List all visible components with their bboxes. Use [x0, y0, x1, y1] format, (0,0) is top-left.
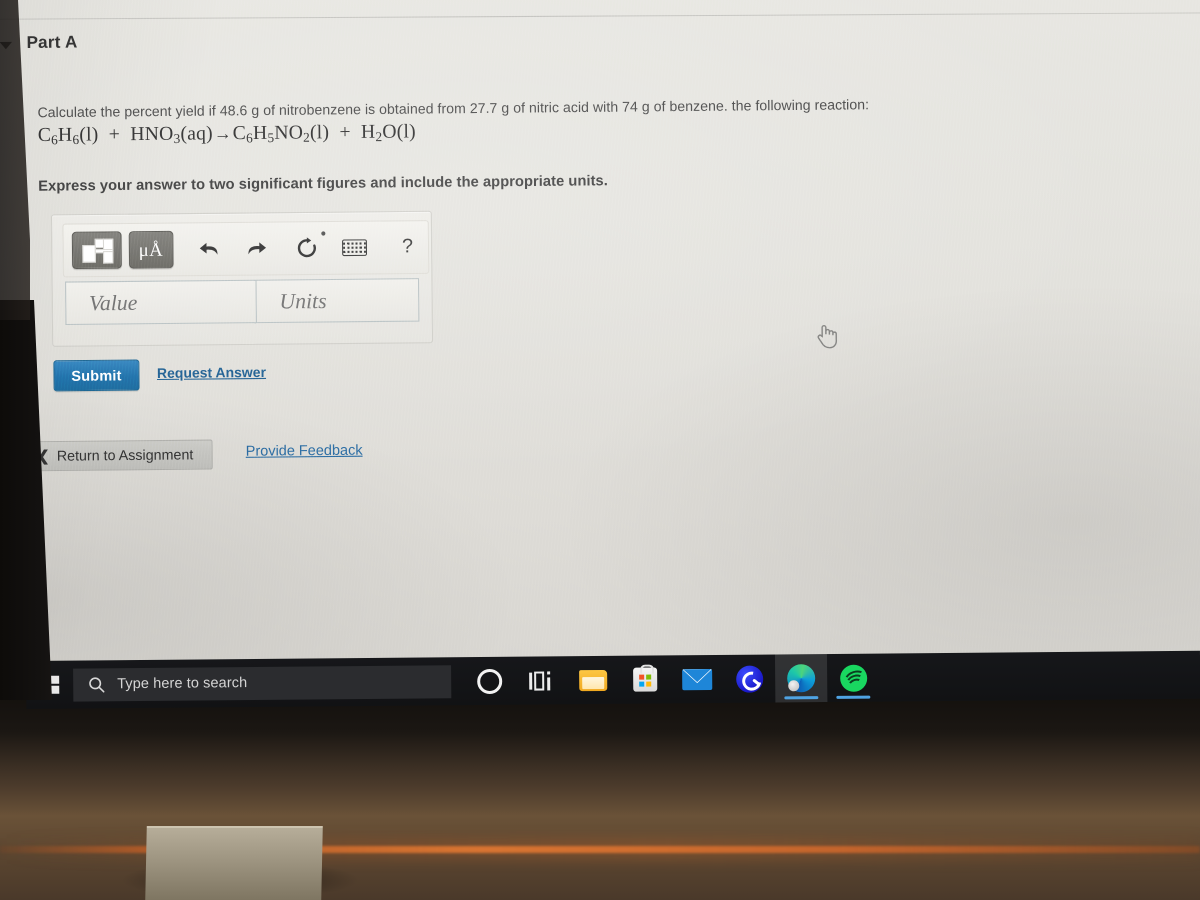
microsoft-store-icon[interactable] — [619, 655, 671, 703]
undo-icon[interactable] — [188, 231, 229, 267]
spotify-icon[interactable] — [827, 654, 879, 702]
monitor-screen: Part A Calculate the percent yield if 48… — [0, 0, 1200, 682]
eq-product-1: C6H5NO2(l) — [232, 121, 330, 146]
units-button[interactable]: μÅ — [128, 230, 174, 269]
desk-object — [145, 826, 323, 900]
eq-reactant-1: C6H6(l) — [37, 123, 99, 148]
reset-icon[interactable] — [286, 230, 327, 266]
chemical-equation: C6H6(l) + HNO3(aq)→C6H5NO2(l) + H2O(l) — [38, 116, 970, 149]
eq-product-2: H2O(l) — [360, 120, 416, 145]
eq-reactant-2: HNO3(aq) — [130, 122, 213, 147]
question-block: Calculate the percent yield if 48.6 g of… — [37, 95, 969, 149]
units-button-label: μÅ — [138, 239, 164, 261]
task-view-icon[interactable] — [515, 656, 567, 704]
answer-widget: μÅ ? Value Units — [50, 210, 434, 347]
answer-toolbar: μÅ ? — [62, 220, 430, 278]
submit-button[interactable]: Submit — [53, 359, 140, 392]
request-answer-link[interactable]: Request Answer — [157, 364, 266, 381]
edge-active-underline — [784, 696, 819, 700]
photo-frame: Part A Calculate the percent yield if 48… — [0, 0, 1200, 900]
page-title: Part A — [26, 32, 78, 53]
windows-taskbar: Type here to search — [26, 650, 1200, 709]
return-to-assignment-label: Return to Assignment — [56, 446, 194, 464]
instruction-text: Express your answer to two significant f… — [38, 172, 608, 195]
search-input[interactable]: Type here to search — [73, 664, 452, 702]
eq-plus-1: + — [103, 123, 126, 146]
redo-icon[interactable] — [237, 231, 278, 267]
eq-arrow: → — [213, 123, 232, 144]
reset-dot-marker — [321, 231, 326, 236]
content-divider — [0, 12, 1200, 20]
units-input[interactable]: Units — [255, 278, 420, 324]
provide-feedback-link[interactable]: Provide Feedback — [246, 441, 363, 459]
search-placeholder: Type here to search — [117, 675, 248, 693]
value-input[interactable]: Value — [65, 279, 256, 325]
return-to-assignment-button[interactable]: ❮ Return to Assignment — [17, 439, 213, 472]
cortana-circle-icon[interactable] — [463, 657, 515, 705]
browser-page: Part A Calculate the percent yield if 48… — [0, 0, 1200, 682]
eq-plus-2: + — [334, 121, 356, 144]
spotify-active-underline — [836, 695, 871, 699]
keyboard-icon[interactable] — [333, 230, 374, 266]
search-icon — [89, 676, 105, 693]
help-icon[interactable]: ? — [387, 229, 428, 265]
microsoft-edge-icon[interactable] — [774, 654, 828, 703]
mail-icon[interactable] — [671, 655, 723, 703]
pointing-hand-cursor — [814, 322, 839, 349]
file-explorer-icon[interactable] — [567, 656, 619, 704]
cortana-blue-icon[interactable] — [723, 654, 775, 702]
answer-fields: Value Units — [65, 278, 420, 325]
template-icon[interactable] — [71, 231, 122, 270]
